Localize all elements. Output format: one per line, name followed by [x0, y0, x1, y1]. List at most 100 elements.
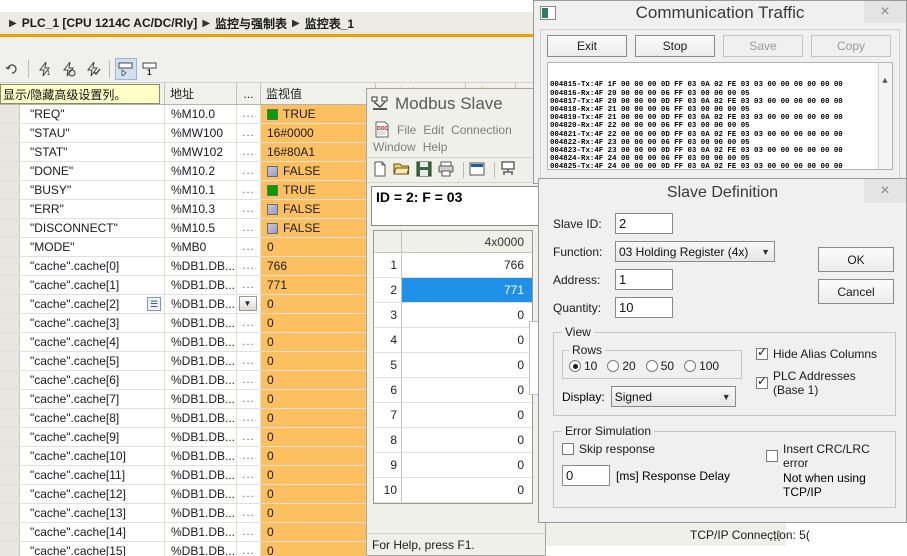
modbus-grid-row-value[interactable]: 0 — [402, 328, 532, 353]
cell-format[interactable]: ... — [237, 352, 261, 370]
cell-format[interactable]: ... — [237, 219, 261, 237]
rows-radio-100[interactable]: 100 — [684, 359, 719, 373]
plc-addresses-checkbox[interactable]: PLC Addresses (Base 1) — [756, 369, 887, 397]
modbus-grid-row[interactable]: 60 — [374, 378, 532, 403]
modbus-grid-row-value[interactable]: 0 — [402, 353, 532, 378]
cell-name[interactable]: "REQ" — [20, 105, 165, 123]
skip-response-checkbox[interactable]: Skip response — [562, 442, 730, 456]
cell-address[interactable]: %DB1.DB... — [165, 485, 237, 503]
cell-address[interactable]: %DB1.DB... — [165, 333, 237, 351]
cell-address[interactable]: %DB1.DB... — [165, 371, 237, 389]
cell-monitor-value[interactable]: FALSE — [261, 162, 376, 180]
undo-icon[interactable] — [1, 58, 23, 80]
open-folder-icon[interactable] — [393, 160, 413, 180]
save-disk-icon[interactable] — [415, 160, 435, 180]
cell-monitor-value[interactable]: 0 — [261, 466, 376, 484]
resize-grip-icon[interactable] — [770, 531, 782, 543]
row-selector[interactable] — [0, 466, 20, 484]
monitor-once-icon[interactable]: 1 — [34, 58, 56, 80]
cell-address[interactable]: %MW102 — [165, 143, 237, 161]
slave-def-icon[interactable] — [499, 160, 519, 180]
cell-name[interactable]: "cache".cache[7] — [20, 390, 165, 408]
row-selector[interactable] — [0, 257, 20, 275]
cell-address[interactable]: %M10.5 — [165, 219, 237, 237]
modbus-grid-row-value[interactable]: 0 — [402, 453, 532, 478]
cell-name[interactable]: "cache".cache[13] — [20, 504, 165, 522]
quantity-input[interactable]: 10 — [615, 297, 673, 318]
cell-monitor-value[interactable]: FALSE — [261, 200, 376, 218]
cell-monitor-value[interactable]: 0 — [261, 447, 376, 465]
cell-format[interactable]: ... — [237, 542, 261, 556]
menu-connection[interactable]: Connection — [451, 122, 519, 138]
cell-name[interactable]: "DONE" — [20, 162, 165, 180]
rows-radio-50[interactable]: 50 — [645, 359, 674, 373]
cell-format[interactable]: ... — [237, 371, 261, 389]
monitor-all-icon[interactable] — [115, 57, 137, 80]
cell-monitor-value[interactable]: 0 — [261, 390, 376, 408]
insert-crc-error-checkbox[interactable]: Insert CRC/LRC error — [766, 442, 887, 470]
row-selector[interactable] — [0, 143, 20, 161]
cell-name[interactable]: "STAT" — [20, 143, 165, 161]
row-selector[interactable] — [0, 238, 20, 256]
cell-format[interactable]: ... — [237, 409, 261, 427]
modbus-grid-row-value[interactable]: 0 — [402, 403, 532, 428]
cell-format[interactable]: ... — [237, 504, 261, 522]
breadcrumb-item-watchtables[interactable]: 监控与强制表 — [215, 15, 287, 32]
column-header-address[interactable]: 地址 — [165, 83, 237, 104]
cell-name[interactable]: "cache".cache[1] — [20, 276, 165, 294]
cell-format[interactable]: ... — [237, 466, 261, 484]
cell-address[interactable]: %DB1.DB... — [165, 257, 237, 275]
breadcrumb-item-plc[interactable]: PLC_1 [CPU 1214C AC/DC/Rly] — [22, 16, 198, 30]
traffic-log[interactable]: 004815-Tx:4F 1F 00 00 00 0D FF 03 0A 02 … — [547, 62, 893, 170]
column-header-monitor-value[interactable]: 监视值 — [261, 83, 376, 104]
cell-name[interactable]: "MODE" — [20, 238, 165, 256]
row-selector[interactable] — [0, 542, 20, 556]
cell-address[interactable]: %DB1.DB... — [165, 276, 237, 294]
cell-address[interactable]: %DB1.DB... — [165, 504, 237, 522]
cell-format[interactable]: ... — [237, 333, 261, 351]
row-selector[interactable] — [0, 181, 20, 199]
scroll-up-icon[interactable]: ▲ — [879, 75, 891, 87]
cell-format[interactable]: ... — [237, 428, 261, 446]
row-selector[interactable] — [0, 371, 20, 389]
cell-format[interactable]: ... — [237, 105, 261, 123]
cell-format[interactable]: ... — [237, 238, 261, 256]
cell-monitor-value[interactable]: 0 — [261, 523, 376, 541]
column-header-format[interactable]: ... — [237, 83, 261, 104]
cell-address[interactable]: %DB1.DB... — [165, 409, 237, 427]
cell-monitor-value[interactable]: 0 — [261, 542, 376, 556]
cell-name[interactable]: "cache".cache[15] — [20, 542, 165, 556]
cell-monitor-value[interactable]: 0 — [261, 504, 376, 522]
row-selector[interactable] — [0, 219, 20, 237]
cell-address[interactable]: %M10.1 — [165, 181, 237, 199]
cell-format[interactable]: ... — [237, 200, 261, 218]
row-selector[interactable] — [0, 504, 20, 522]
modbus-grid-row[interactable]: 1 766 — [374, 253, 532, 278]
cell-address[interactable]: %DB1.DB... — [165, 542, 237, 556]
cell-address[interactable]: %DB1.DB... — [165, 447, 237, 465]
row-selector[interactable] — [0, 523, 20, 541]
row-selector[interactable] — [0, 390, 20, 408]
modbus-grid-row[interactable]: 90 — [374, 453, 532, 478]
rows-radio-20[interactable]: 20 — [607, 359, 636, 373]
cell-address[interactable]: %MW100 — [165, 124, 237, 142]
cell-address[interactable]: %DB1.DB... — [165, 295, 237, 313]
cancel-button[interactable]: Cancel — [818, 279, 894, 304]
cell-monitor-value[interactable]: 0 — [261, 409, 376, 427]
modbus-grid-row[interactable]: 2 771 — [374, 278, 532, 303]
cell-monitor-value[interactable]: 0 — [261, 371, 376, 389]
cell-monitor-value[interactable]: 0 — [261, 352, 376, 370]
exit-button[interactable]: Exit — [547, 35, 627, 57]
cell-format[interactable]: ▼ — [237, 295, 261, 313]
slave-id-input[interactable]: 2 — [615, 213, 673, 234]
modbus-grid-row[interactable]: 80 — [374, 428, 532, 453]
stop-button[interactable]: Stop — [635, 35, 715, 57]
cell-name[interactable]: "cache".cache[6] — [20, 371, 165, 389]
cell-format[interactable]: ... — [237, 143, 261, 161]
ok-button[interactable]: OK — [818, 247, 894, 272]
row-selector[interactable] — [0, 162, 20, 180]
row-selector[interactable] — [0, 295, 20, 313]
cell-name[interactable]: "cache".cache[2] ☰ — [20, 295, 165, 313]
modbus-grid-row-value[interactable]: 766 — [402, 253, 532, 278]
cell-format[interactable]: ... — [237, 124, 261, 142]
